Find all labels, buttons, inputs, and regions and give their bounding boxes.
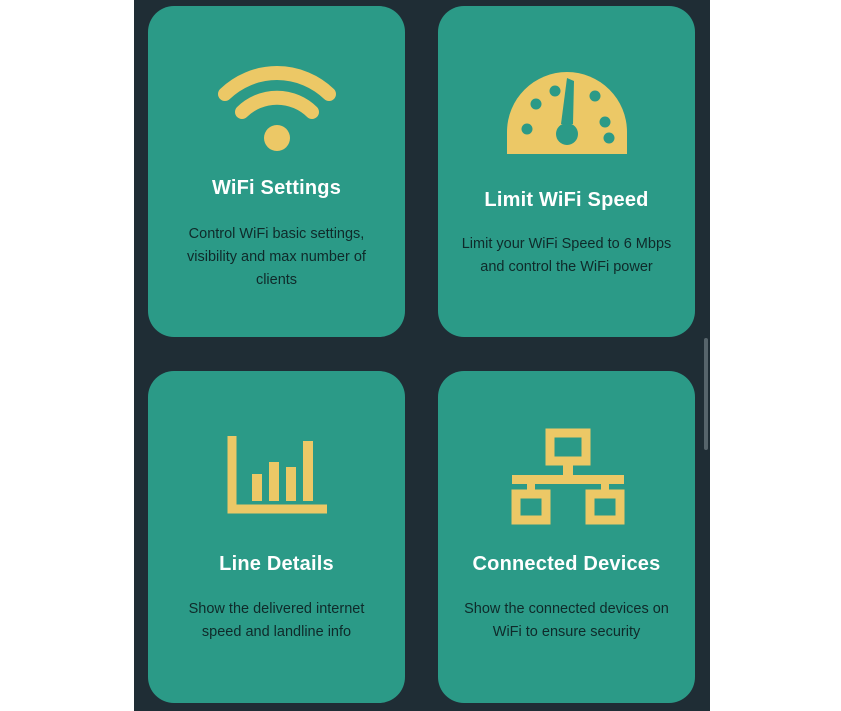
card-description: Show the delivered internet speed and la… xyxy=(188,601,365,640)
limit-wifi-speed-card[interactable]: Limit WiFi Speed Limit your WiFi Speed t… xyxy=(438,6,695,337)
card-title: Connected Devices xyxy=(472,553,661,575)
network-icon xyxy=(511,428,624,525)
connected-devices-card[interactable]: Connected Devices Show the connected dev… xyxy=(438,371,695,703)
line-details-card[interactable]: Line Details Show the delivered internet… xyxy=(148,371,405,703)
card-title: Line Details xyxy=(219,553,334,575)
card-description: Control WiFi basic settings, visibility … xyxy=(187,226,366,288)
card-title: Limit WiFi Speed xyxy=(484,189,649,211)
card-description: Show the connected devices on WiFi to en… xyxy=(464,601,669,640)
card-title: WiFi Settings xyxy=(211,177,342,199)
card-description: Limit your WiFi Speed to 6 Mbps and cont… xyxy=(461,236,672,275)
wifi-icon xyxy=(217,66,336,151)
speedometer-icon xyxy=(506,72,627,154)
app-screen: WiFi Settings Control WiFi basic setting… xyxy=(134,0,710,711)
scrollbar[interactable] xyxy=(704,338,708,450)
wifi-settings-card[interactable]: WiFi Settings Control WiFi basic setting… xyxy=(148,6,405,337)
bar-chart-icon xyxy=(227,436,327,514)
